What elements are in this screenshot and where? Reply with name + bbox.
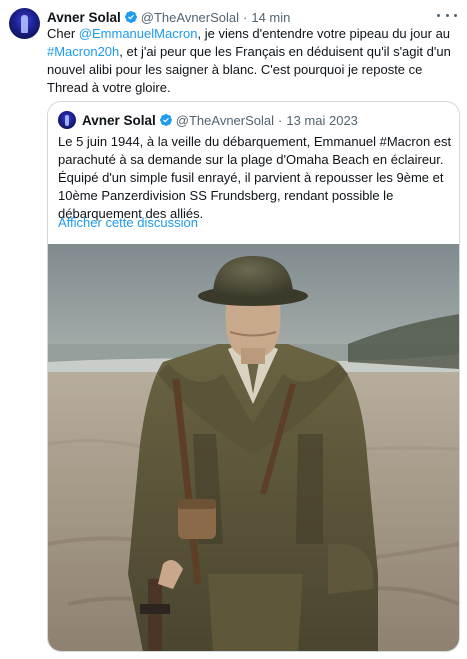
quoted-date: 13 mai 2023: [286, 112, 358, 128]
quoted-author-name: Avner Solal: [82, 112, 156, 128]
verified-badge-icon: [159, 114, 172, 126]
separator-dot: ·: [278, 112, 283, 128]
separator-dot: ·: [243, 9, 248, 25]
hashtag-link[interactable]: #Macron20h: [47, 44, 119, 59]
text-segment: , je viens d'entendre votre pipeau du jo…: [197, 26, 451, 41]
author-name[interactable]: Avner Solal: [47, 10, 121, 25]
show-thread-link[interactable]: Afficher cette discussion: [58, 215, 198, 230]
quoted-photo[interactable]: [48, 244, 459, 651]
quoted-tweet[interactable]: Avner Solal @TheAvnerSolal · 13 mai 2023…: [47, 101, 460, 652]
quoted-header: Avner Solal @TheAvnerSolal · 13 mai 2023: [82, 111, 358, 129]
text-segment: Cher: [47, 26, 79, 41]
tweet[interactable]: Avner Solal @TheAvnerSolal · 14 min Cher…: [0, 0, 467, 659]
mention-link[interactable]: @EmmanuelMacron: [79, 26, 198, 41]
avatar[interactable]: [9, 8, 40, 39]
author-handle[interactable]: @TheAvnerSolal: [141, 10, 239, 25]
tweet-header: Avner Solal @TheAvnerSolal · 14 min: [47, 8, 290, 26]
quoted-author-handle: @TheAvnerSolal: [175, 112, 275, 128]
quoted-avatar: [58, 111, 76, 129]
quoted-text: Le 5 juin 1944, à la veille du débarquem…: [58, 134, 452, 221]
timestamp[interactable]: 14 min: [251, 10, 290, 25]
verified-badge-icon: [124, 11, 137, 23]
more-options-icon[interactable]: [437, 8, 457, 22]
tweet-text: Cher @EmmanuelMacron, je viens d'entendr…: [47, 25, 459, 97]
